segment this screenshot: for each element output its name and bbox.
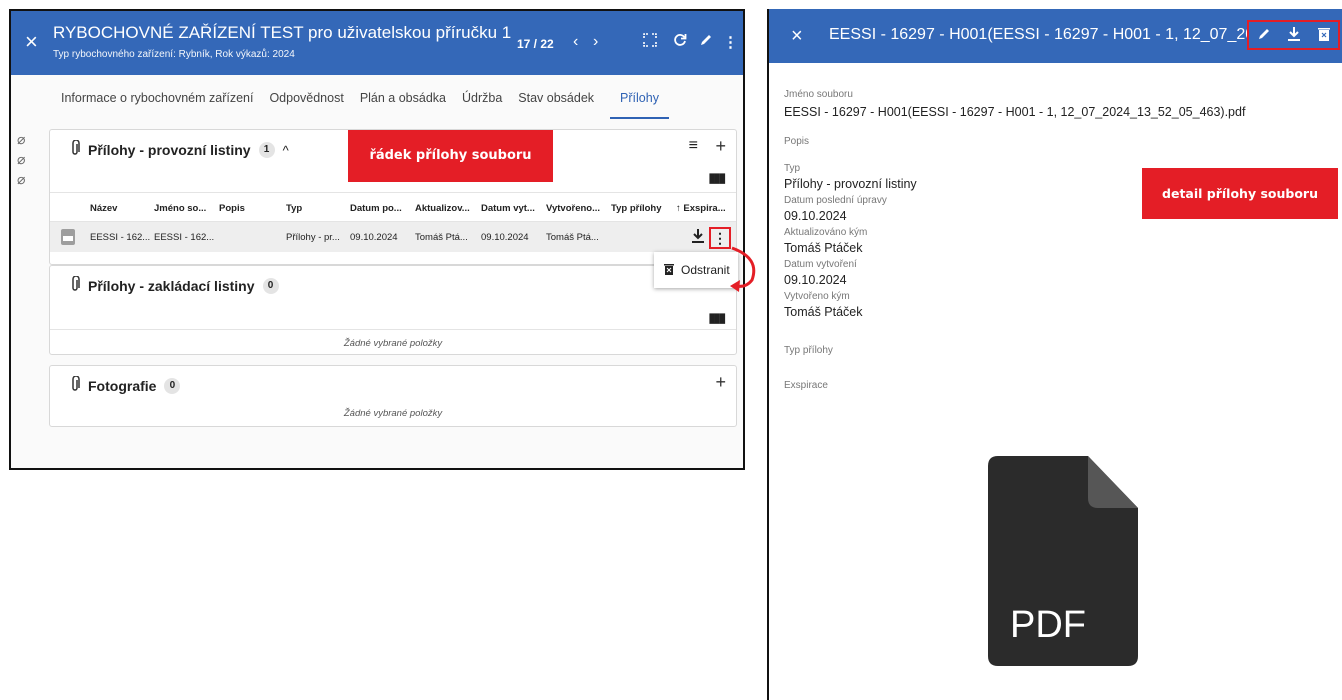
tab-stav-obsadek[interactable]: Stav obsádek (518, 91, 594, 119)
expiration-label: Exspirace (784, 380, 828, 391)
tab-plan-obsadka[interactable]: Plán a obsádka (360, 91, 446, 119)
column-header[interactable]: Popis (219, 203, 245, 214)
close-icon[interactable]: × (791, 25, 803, 48)
annotation-arrow (730, 246, 756, 292)
tab-informace[interactable]: Informace o rybochovném zařízení (61, 91, 253, 119)
record-title: RYBOCHOVNÉ ZAŘÍZENÍ TEST pro uživatelsko… (53, 23, 512, 42)
cell-jmeno: EESSI - 162... (154, 232, 215, 243)
paperclip-icon (70, 139, 80, 160)
close-icon[interactable]: × (25, 31, 38, 53)
pdf-label: PDF (1010, 604, 1086, 646)
add-icon[interactable]: + (715, 372, 726, 393)
section-zakladaci-listiny: Přílohy - zakládací listiny 0 ▮▮▮ Žádné … (49, 265, 737, 355)
detail-title: EESSI - 16297 - H001(EESSI - 16297 - H00… (829, 26, 1249, 43)
download-icon[interactable] (1287, 26, 1301, 45)
cell-datum-vyt: 09.10.2024 (481, 232, 529, 243)
column-header[interactable]: Aktualizov... (415, 203, 470, 214)
cell-typ: Přílohy - pr... (286, 232, 340, 243)
file-icon (60, 228, 76, 249)
column-header[interactable]: ↑ Exspira... (676, 203, 726, 214)
column-header[interactable]: Jméno so... (154, 203, 206, 214)
remove-menu-item[interactable]: Odstranit (681, 263, 730, 277)
type-label: Typ (784, 163, 801, 174)
download-icon[interactable] (691, 228, 705, 247)
refresh-icon[interactable] (673, 33, 687, 51)
modified-by-label: Aktualizováno kým (784, 227, 868, 238)
created-date-label: Datum vytvoření (784, 259, 857, 270)
paperclip-icon[interactable]: ⌀ (17, 149, 25, 169)
column-header[interactable]: Název (90, 203, 117, 214)
tab-bar: Informace o rybochovném zařízení Odpověd… (61, 91, 685, 119)
column-header[interactable]: Datum vyt... (481, 203, 535, 214)
delete-icon[interactable] (664, 263, 674, 278)
detail-header: × EESSI - 16297 - H001(EESSI - 16297 - H… (769, 9, 1342, 63)
more-vertical-icon[interactable]: ⋮ (723, 33, 738, 51)
filename-value: EESSI - 16297 - H001(EESSI - 16297 - H00… (784, 105, 1246, 119)
section-title: Přílohy - provozní listiny (88, 142, 251, 158)
record-subtitle: Typ rybochovného zařízení: Rybník, Rok v… (53, 49, 295, 60)
empty-message: Žádné vybrané položky (343, 338, 443, 349)
record-header: × RYBOCHOVNÉ ZAŘÍZENÍ TEST pro uživatels… (11, 11, 743, 75)
empty-message: Žádné vybrané položky (343, 408, 443, 419)
column-header[interactable]: Typ přílohy (611, 203, 662, 214)
attachments-window: × RYBOCHOVNÉ ZAŘÍZENÍ TEST pro uživatels… (9, 9, 745, 470)
type-value: Přílohy - provozní listiny (784, 177, 917, 191)
cell-aktualizoval: Tomáš Ptá... (415, 232, 468, 243)
columns-icon[interactable]: ▮▮▮ (709, 170, 727, 186)
tab-prilohy[interactable]: Přílohy (610, 91, 669, 119)
paperclip-icon[interactable]: ⌀ (17, 129, 25, 149)
cell-vytvoril: Tomáš Ptá... (546, 232, 599, 243)
cell-nazev: EESSI - 162... (90, 232, 151, 243)
side-attachment-icons: ⌀ ⌀ ⌀ (17, 129, 25, 189)
filename-label: Jméno souboru (784, 89, 853, 100)
previous-record-icon[interactable]: ‹ (573, 33, 578, 51)
created-by-value: Tomáš Ptáček (784, 305, 863, 319)
cell-datum-po: 09.10.2024 (350, 232, 398, 243)
pdf-file-icon: PDF (988, 456, 1138, 666)
delete-icon[interactable] (1317, 27, 1330, 44)
modified-date-label: Datum poslední úpravy (784, 195, 887, 206)
annotation-detail-label: detail přílohy souboru (1142, 168, 1338, 219)
add-icon[interactable]: + (715, 136, 726, 157)
count-badge: 1 (258, 142, 275, 158)
column-header[interactable]: Datum po... (350, 203, 402, 214)
paperclip-icon (70, 375, 80, 396)
created-by-label: Vytvořeno kým (784, 291, 850, 302)
tab-odpovednost[interactable]: Odpovědnost (269, 91, 343, 119)
description-label: Popis (784, 136, 810, 147)
table-row[interactable]: EESSI - 162... EESSI - 162... Přílohy - … (50, 222, 736, 252)
attachment-type-label: Typ přílohy (784, 345, 833, 356)
record-pager: 17 / 22 (517, 37, 554, 51)
columns-icon[interactable]: ▮▮▮ (709, 310, 727, 326)
paperclip-icon (70, 275, 80, 296)
section-fotografie: Fotografie 0 + Žádné vybrané položky (49, 365, 737, 427)
tab-udrzba[interactable]: Údržba (462, 91, 502, 119)
table-header: Název Jméno so... Popis Typ Datum po... … (50, 192, 736, 222)
fullscreen-icon[interactable] (643, 33, 657, 51)
section-title: Přílohy - zakládací listiny (88, 278, 255, 294)
section-title: Fotografie (88, 378, 157, 394)
next-record-icon[interactable]: › (593, 33, 598, 51)
modified-date-value: 09.10.2024 (784, 209, 847, 223)
edit-icon[interactable] (1257, 27, 1271, 44)
count-badge: 0 (164, 378, 181, 394)
list-view-icon[interactable]: ≡ (689, 137, 698, 155)
edit-icon[interactable] (699, 33, 713, 51)
created-date-value: 09.10.2024 (784, 273, 847, 287)
attachment-detail-panel: × EESSI - 16297 - H001(EESSI - 16297 - H… (767, 9, 1342, 700)
count-badge: 0 (262, 278, 279, 294)
annotation-row-label: řádek přílohy souboru (348, 130, 553, 182)
paperclip-icon[interactable]: ⌀ (17, 169, 25, 189)
column-header[interactable]: Vytvořeno... (546, 203, 600, 214)
detail-actions (1247, 20, 1340, 50)
modified-by-value: Tomáš Ptáček (784, 241, 863, 255)
column-header[interactable]: Typ (286, 203, 302, 214)
collapse-chevron-icon[interactable]: ^ (283, 143, 289, 158)
